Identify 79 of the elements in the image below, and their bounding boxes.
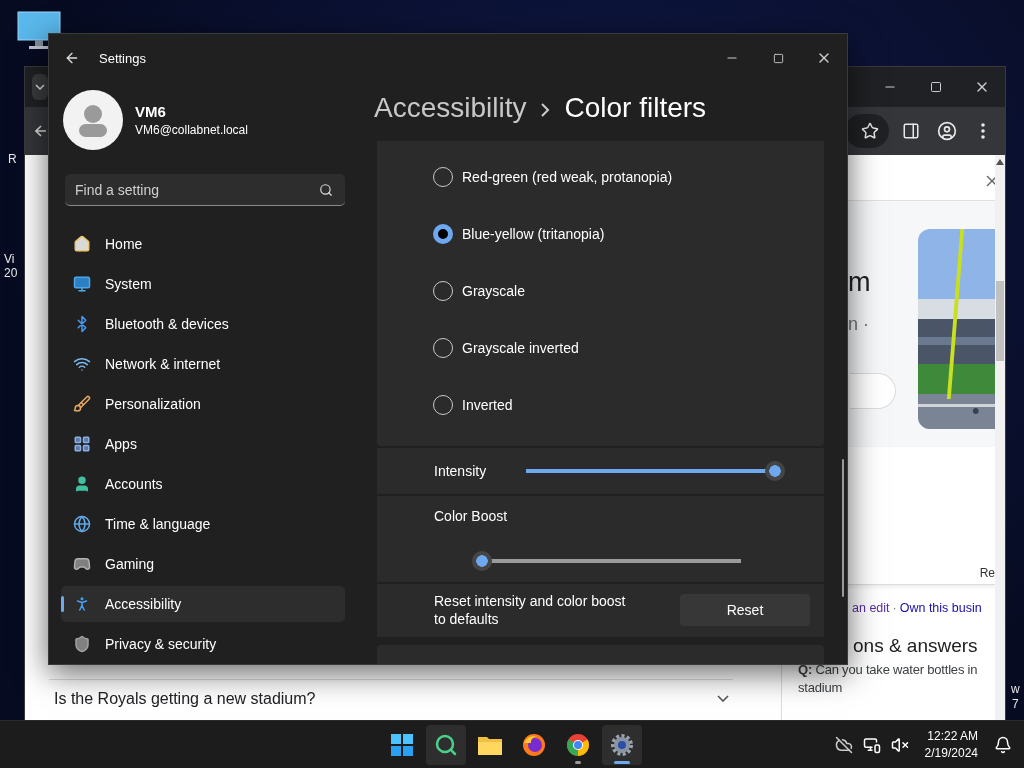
back-arrow-icon: [35, 125, 47, 137]
windows-icon: [391, 733, 413, 756]
window-title: Settings: [99, 50, 147, 66]
star-icon: [861, 122, 879, 140]
chevron-right-icon: [540, 102, 551, 118]
desktop-icon-label: R: [8, 152, 17, 166]
side-panel-icon: [902, 122, 920, 140]
nav-item[interactable]: Time & language: [61, 506, 345, 542]
search-icon: [319, 183, 333, 197]
folder-icon: [478, 734, 502, 755]
breadcrumb-link[interactable]: Accessibility: [374, 92, 527, 124]
section-heading: ons & answers: [852, 634, 979, 657]
taskbar-app[interactable]: [602, 724, 642, 765]
brush-icon: [73, 395, 91, 413]
scroll-up-icon: [996, 159, 1004, 165]
maximize-icon: [772, 52, 784, 64]
separator-dot: ·: [892, 601, 897, 615]
nav-item[interactable]: Network & internet: [61, 346, 345, 382]
question-text: stadium: [797, 679, 844, 697]
wifi-icon: [73, 355, 91, 373]
option-label: Grayscale: [462, 282, 526, 299]
search-field[interactable]: Find a setting: [65, 174, 345, 206]
profile-icon: [937, 121, 957, 141]
address-bar[interactable]: [845, 114, 889, 148]
nav-item[interactable]: Apps: [61, 426, 345, 462]
user-name: VM6: [135, 103, 167, 120]
nav-item[interactable]: System: [61, 266, 345, 302]
setting-label: Intensity: [434, 463, 487, 480]
place-title: m: [848, 267, 872, 298]
desktop-icon-label: Vi: [4, 252, 15, 266]
gear-icon: [610, 732, 634, 757]
option-label: Grayscale inverted: [462, 339, 579, 356]
chevron-down-icon: [35, 84, 45, 90]
option-label: Inverted: [462, 396, 513, 413]
nav-item[interactable]: Accessibility: [61, 586, 345, 622]
option-label: Blue-yellow (tritanopia): [462, 225, 605, 242]
clock[interactable]: 12:22 AM 2/19/2024: [924, 729, 978, 760]
radio-button[interactable]: [433, 223, 453, 244]
place-subtitle: n ·: [848, 314, 870, 335]
menu-icon: [981, 123, 985, 139]
desktop-icon-label: 7: [1012, 697, 1019, 711]
gamepad-icon: [73, 555, 91, 573]
taskbar-app[interactable]: [426, 724, 466, 765]
cloud-off-icon[interactable]: [834, 735, 853, 754]
house-icon: [73, 235, 91, 253]
question-text: Q: Can you take water bottles in: [797, 661, 979, 679]
page-title: Color filters: [564, 92, 707, 124]
grid-icon: [73, 435, 91, 453]
link[interactable]: Own this busin: [899, 601, 982, 615]
nav-item[interactable]: Accounts: [61, 466, 345, 502]
nav-item[interactable]: Personalization: [61, 386, 345, 422]
text-fragment: Re: [979, 566, 995, 580]
avatar: [63, 90, 123, 150]
scroll-thumb[interactable]: [996, 281, 1004, 361]
person-icon: [73, 475, 91, 493]
firefox-icon: [522, 732, 546, 757]
nav-item[interactable]: Privacy & security: [61, 626, 345, 662]
bell-icon[interactable]: [994, 735, 1012, 754]
maximize-icon: [930, 81, 942, 93]
link[interactable]: an edit: [852, 601, 890, 615]
nav-item[interactable]: Home: [61, 226, 345, 262]
tab-search-button[interactable]: [32, 74, 48, 100]
setting-label: Reset intensity and color boost to defaults: [434, 592, 627, 629]
desktop-icon-label: w: [1011, 682, 1020, 696]
shield-icon: [73, 635, 91, 653]
desktop-icon-label: 20: [4, 266, 18, 280]
monitor-icon: [73, 275, 91, 293]
network-icon[interactable]: [862, 735, 881, 754]
faq-question: Is the Royals getting a new stadium?: [54, 689, 316, 708]
search-icon: [434, 732, 458, 757]
user-email: VM6@collabnet.local: [135, 123, 248, 137]
reset-button[interactable]: Reset: [680, 594, 810, 627]
nav-item[interactable]: Gaming: [61, 546, 345, 582]
chrome-icon: [566, 732, 590, 757]
nav-item[interactable]: Bluetooth & devices: [61, 306, 345, 342]
globe-icon: [73, 515, 91, 533]
volume-muted-icon[interactable]: [890, 735, 909, 754]
option-label: Red-green (red weak, protanopia): [462, 168, 673, 185]
setting-label: Color Boost: [434, 508, 509, 525]
